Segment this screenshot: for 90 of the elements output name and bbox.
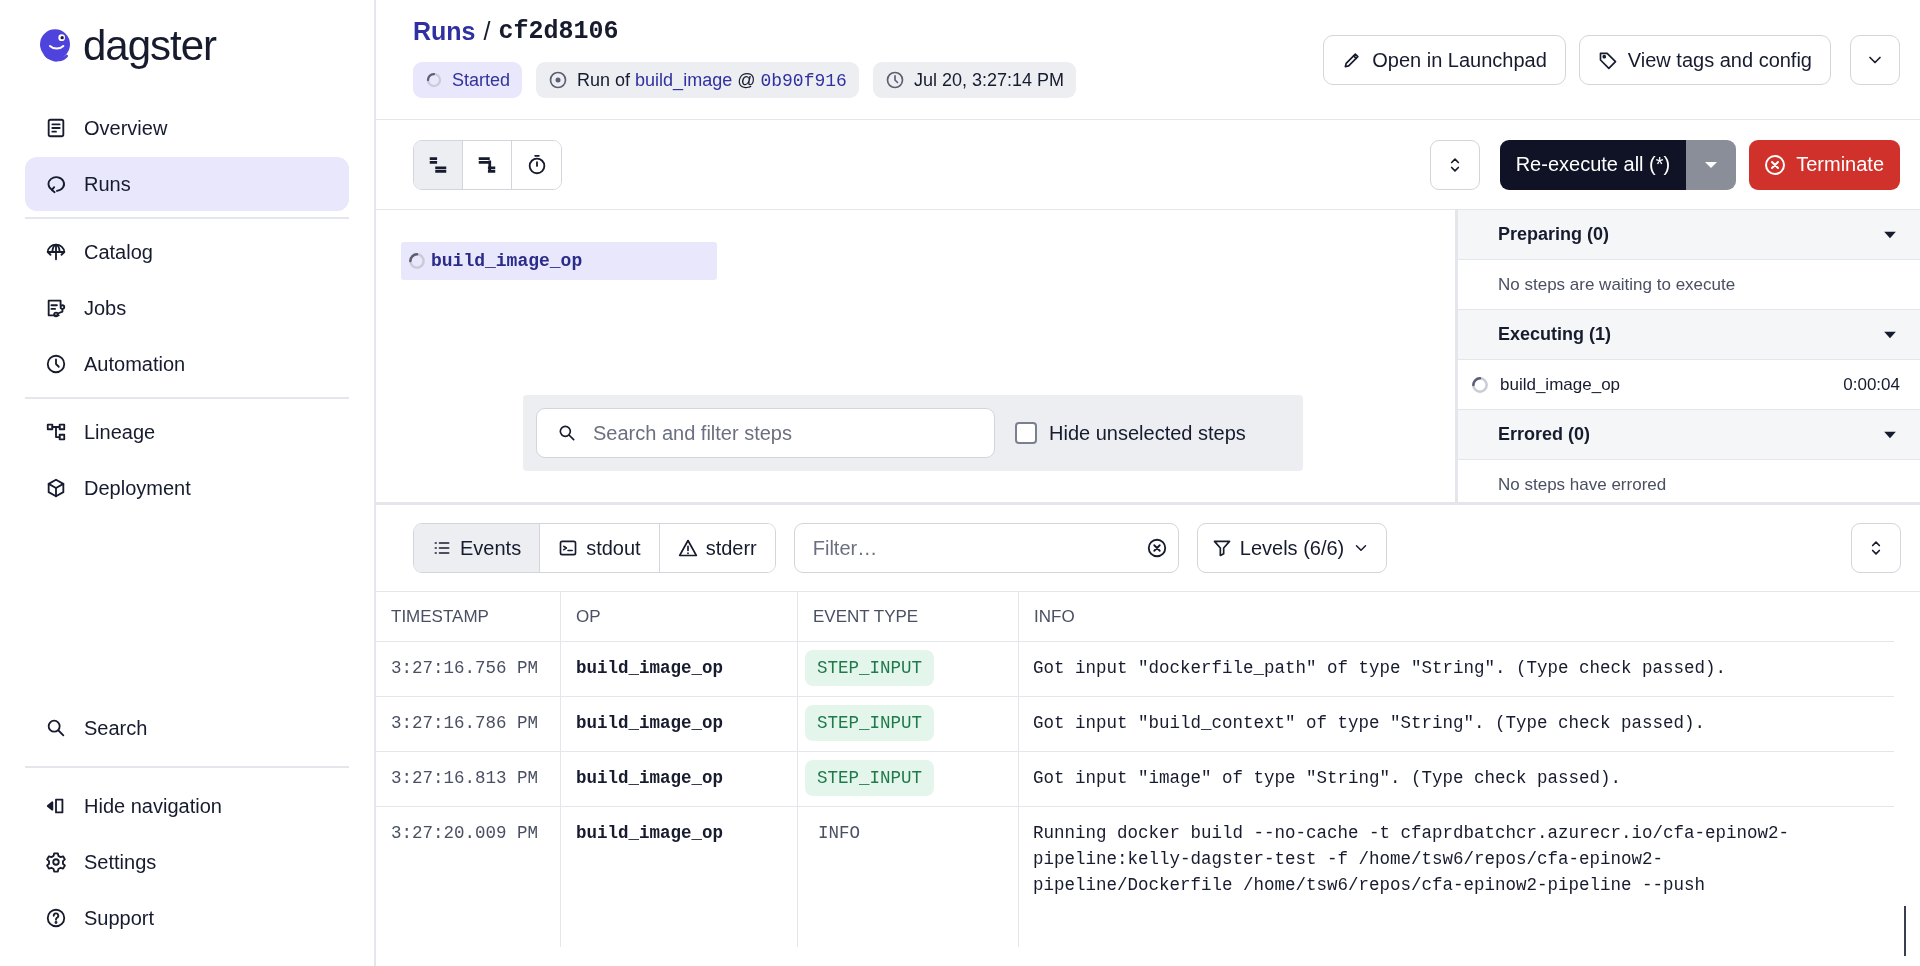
section-title: Errored (0) (1498, 424, 1591, 445)
nav-item[interactable]: Catalog (25, 225, 349, 279)
table-cell-text: Running docker build --no-cache -t cfaprdbatchcr.azurecr.io/cfa-epinow2-pipeline:kelly-dagster-test -f /home/tsw6/repos/cfa-epinow2-pipeline/Dockerfile /home/tsw6/repos/cfa-epinow2-pipeline --push (1032, 822, 1791, 897)
snapshot-link[interactable]: 0b90f916 (760, 70, 847, 91)
breadcrumb-link[interactable]: Runs (413, 16, 476, 46)
section-title: Executing (1) (1498, 324, 1612, 345)
spinner-icon (425, 71, 443, 89)
checkbox-label: Hide unselected steps (1049, 421, 1246, 445)
section-header[interactable]: Errored (0) (1458, 410, 1920, 460)
reexecute-menu-button[interactable] (1686, 139, 1737, 190)
column-header: INFO (1019, 592, 1894, 642)
help-icon (45, 907, 67, 929)
event-type: INFO (817, 823, 860, 843)
chat-loop-icon (45, 173, 67, 195)
elapsed-time: 0:00:04 (1843, 374, 1900, 395)
umbrella-icon (45, 241, 67, 263)
column-header: EVENT TYPE (798, 592, 1019, 642)
table-cell: build_image_op (561, 807, 798, 947)
nav-item[interactable]: Search (25, 701, 349, 755)
filter-input[interactable]: Filter… (810, 535, 1146, 561)
clock-icon (45, 353, 67, 375)
column-header: TIMESTAMP (376, 592, 561, 642)
filter-icon (1211, 538, 1232, 558)
event-type-badge: STEP_INPUT (805, 650, 935, 686)
reexecute-button[interactable]: Re-execute all (*) (1499, 139, 1687, 190)
nav-item[interactable]: Lineage (25, 405, 349, 459)
table-cell: 3:27:16.813 PM (376, 752, 561, 807)
checkbox[interactable] (1015, 422, 1037, 444)
nav-item[interactable]: Settings (25, 835, 349, 889)
section-header[interactable]: Executing (1) (1458, 310, 1920, 360)
caret-icon (1705, 161, 1718, 168)
event-type-badge: STEP_INPUT (805, 760, 935, 796)
nav-item[interactable]: Jobs (25, 281, 349, 335)
table-cell: build_image_op (561, 697, 798, 752)
nav-item[interactable]: Automation (25, 337, 349, 391)
breadcrumb-separator: / (483, 16, 491, 46)
nav-item[interactable]: Support (25, 891, 349, 945)
table-cell: Got input "dockerfile_path" of type "String". (Type check passed). (1019, 642, 1894, 697)
column-header: OP (561, 592, 798, 642)
spinner-icon (1470, 374, 1490, 395)
section-header[interactable]: Preparing (0) (1458, 210, 1920, 260)
job-link[interactable]: build_image (635, 69, 733, 90)
jobs-icon (45, 297, 67, 319)
nav-item[interactable]: Runs (25, 157, 349, 211)
table-cell: 3:27:20.009 PM (376, 807, 561, 947)
step-node[interactable]: build_image_op (401, 242, 717, 280)
scrollbar[interactable] (1904, 906, 1906, 956)
status-text: Started (452, 69, 511, 91)
levels-button[interactable]: Levels (6/6) (1196, 523, 1388, 573)
tags-config-button[interactable]: View tags and config (1578, 35, 1831, 85)
launchpad-button[interactable]: Open in Launchpad (1323, 35, 1566, 85)
event-type-badge: STEP_INPUT (805, 705, 935, 741)
search-icon (557, 423, 577, 443)
empty-message: No steps have errored (1498, 474, 1667, 495)
list-doc-icon (45, 117, 67, 139)
filter-field[interactable]: Filter… (793, 523, 1179, 573)
run-of-text: Run of build_image @ 0b90f916 (577, 69, 847, 91)
x-circle-icon (1763, 152, 1788, 177)
settings-icon (45, 851, 67, 873)
search-icon (45, 717, 67, 739)
nav-item[interactable]: Deployment (25, 461, 349, 515)
step-search-input[interactable]: Search and filter steps (591, 420, 974, 446)
spinner-icon (407, 251, 427, 271)
table-cell: build_image_op (561, 642, 798, 697)
step-search-field[interactable]: Search and filter steps (536, 408, 995, 458)
view-mode-button[interactable] (414, 140, 463, 189)
start-time: Jul 20, 3:27:14 PM (913, 69, 1064, 91)
radio-dot-icon (548, 70, 569, 90)
clock-icon (884, 70, 905, 90)
section-title: Preparing (0) (1498, 224, 1610, 245)
step-name[interactable]: build_image_op (1500, 374, 1834, 395)
warning-icon (677, 538, 698, 558)
nav-item[interactable]: Overview (25, 101, 349, 155)
terminal-icon (558, 538, 579, 558)
nav-item[interactable]: Hide navigation (25, 779, 349, 833)
cube-icon (45, 477, 67, 499)
tag-icon (1597, 50, 1618, 70)
lineage-icon (45, 421, 67, 443)
table-cell: 3:27:16.786 PM (376, 697, 561, 752)
table-cell: build_image_op (561, 752, 798, 807)
table-cell: Got input "build_context" of type "String". (Type check passed). (1019, 697, 1894, 752)
app-name: dagster (83, 22, 217, 70)
empty-message: No steps are waiting to execute (1498, 274, 1736, 295)
clear-icon (1145, 537, 1168, 559)
run-id: cf2d8106 (498, 16, 619, 46)
step-label: build_image_op (431, 251, 583, 271)
log-tab[interactable]: Events (414, 524, 541, 572)
table-cell: Got input "image" of type "String". (Type check passed). (1019, 752, 1894, 807)
table-cell: 3:27:16.756 PM (376, 642, 561, 697)
terminate-button[interactable]: Terminate (1749, 139, 1900, 190)
